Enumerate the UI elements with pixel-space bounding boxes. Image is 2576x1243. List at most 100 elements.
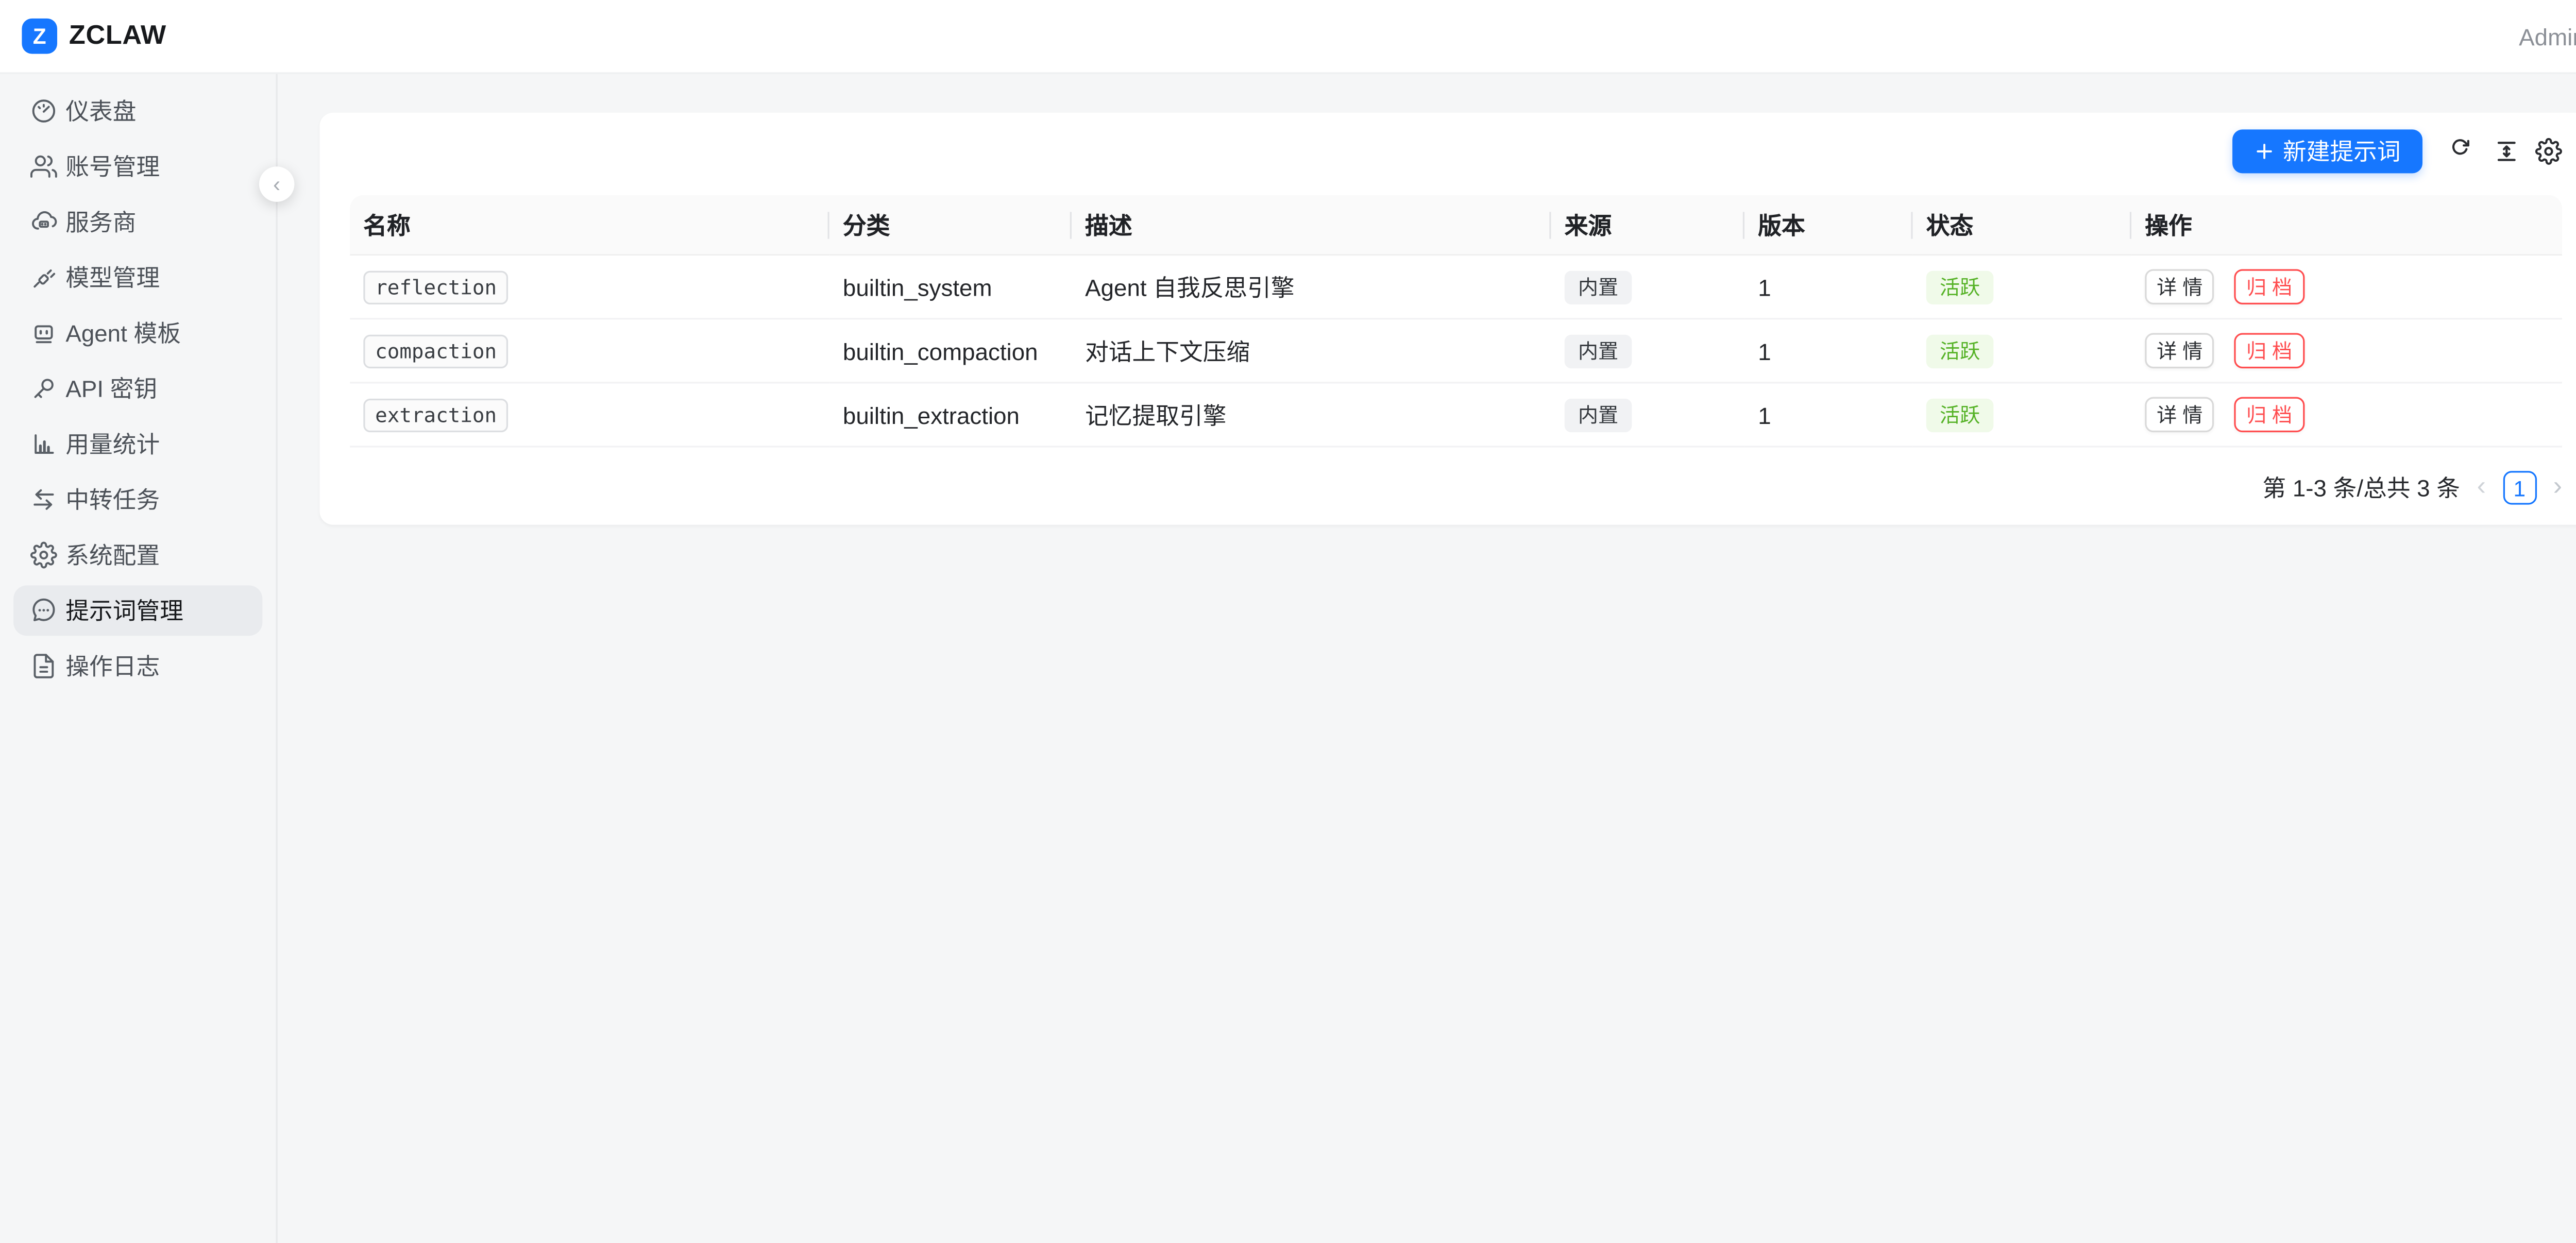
bar-chart-icon [30,431,57,457]
sidebar-item-relay-tasks[interactable]: 中转任务 [13,474,262,525]
version-cell: 1 [1744,256,1913,319]
table-row: reflection builtin_system Agent 自我反思引擎 内… [350,256,2562,319]
bot-icon [30,319,57,346]
archive-button[interactable]: 归 档 [2234,397,2304,433]
plus-icon [2255,141,2275,161]
admin-user-menu[interactable]: Admin [2519,23,2576,49]
chevron-left-icon: ‹ [273,173,280,195]
column-header-name: 名称 [350,195,829,256]
sidebar-item-label: 中转任务 [65,483,160,516]
cloud-server-icon [30,209,57,235]
actions-cell: 详 情 归 档 [2131,319,2562,383]
reload-icon [2451,138,2478,165]
reload-button[interactable] [2451,138,2478,165]
name-cell: compaction [350,319,829,383]
sidebar-item-dashboard[interactable]: 仪表盘 [13,86,262,137]
main-content: 新建提示词 名称 [278,74,2576,1243]
sidebar-item-providers[interactable]: 服务商 [13,197,262,247]
chat-bubble-icon [30,597,57,624]
source-cell: 内置 [1551,256,1745,319]
description-cell: 记忆提取引擎 [1072,383,1551,447]
prompts-table: 名称 分类 描述 来源 版本 状态 操作 reflection builtin_ [350,195,2562,448]
sidebar-item-accounts[interactable]: 账号管理 [13,141,262,192]
sidebar-item-usage-stats[interactable]: 用量统计 [13,419,262,469]
pagination-next-button[interactable]: › [2553,474,2562,501]
detail-button[interactable]: 详 情 [2145,269,2214,304]
sidebar-item-label: Agent 模板 [65,316,181,350]
sidebar-item-agent-templates[interactable]: Agent 模板 [13,308,262,359]
pagination: 第 1-3 条/总共 3 条 ‹ 1 › [350,468,2562,508]
sidebar-item-label: 用量统计 [65,427,160,461]
source-cell: 内置 [1551,383,1745,447]
density-button[interactable] [2493,138,2520,165]
actions-cell: 详 情 归 档 [2131,383,2562,447]
app-root: Z ZCLAW Admin 仪表盘 账号管理 服务商 模型管理 [0,0,2576,1243]
collapse-sidebar-button[interactable]: ‹ [259,166,295,202]
sidebar-item-label: 仪表盘 [65,94,136,128]
column-header-version: 版本 [1744,195,1913,256]
archive-button[interactable]: 归 档 [2234,333,2304,369]
content-card: 新建提示词 名称 [319,113,2576,525]
status-cell: 活跃 [1913,256,2131,319]
table-header-row: 名称 分类 描述 来源 版本 状态 操作 [350,195,2562,256]
gauge-icon [30,97,57,124]
status-badge: 活跃 [1926,398,1994,431]
status-badge: 活跃 [1926,270,1994,303]
name-cell: reflection [350,256,829,319]
source-tag: 内置 [1565,398,1632,431]
column-settings-gear-icon [2535,138,2562,165]
gear-icon [30,541,57,568]
sidebar-item-label: 提示词管理 [65,594,183,627]
sidebar-item-label: 操作日志 [65,649,160,683]
plug-icon [30,264,57,291]
name-cell: extraction [350,383,829,447]
brand-logo-letter: Z [33,24,46,49]
prompt-name-tag: reflection [363,270,509,303]
sidebar-item-label: 系统配置 [65,538,160,572]
category-cell: builtin_compaction [829,319,1072,383]
column-header-description: 描述 [1072,195,1551,256]
key-icon [30,375,57,402]
description-cell: 对话上下文压缩 [1072,319,1551,383]
column-header-actions: 操作 [2131,195,2562,256]
detail-button[interactable]: 详 情 [2145,397,2214,433]
new-prompt-button-label: 新建提示词 [2283,134,2401,168]
sidebar-item-label: 模型管理 [65,261,160,294]
source-tag: 内置 [1565,270,1632,303]
pagination-prev-button[interactable]: ‹ [2477,474,2486,501]
sidebar-item-operation-logs[interactable]: 操作日志 [13,641,262,691]
sidebar-item-prompt-management[interactable]: 提示词管理 [13,585,262,636]
toolbar-icon-group [2451,138,2563,165]
version-cell: 1 [1744,383,1913,447]
prompt-name-tag: extraction [363,398,509,431]
file-text-icon [30,653,57,679]
sidebar-item-label: API 密钥 [65,372,157,405]
sidebar-item-models[interactable]: 模型管理 [13,252,262,303]
pagination-total: 第 1-3 条/总共 3 条 [2262,471,2460,504]
transfer-arrows-icon [30,486,57,513]
users-icon [30,153,57,180]
sidebar-item-label: 服务商 [65,205,136,239]
new-prompt-button[interactable]: 新建提示词 [2232,129,2422,173]
table-row: extraction builtin_extraction 记忆提取引擎 内置 … [350,383,2562,447]
detail-button[interactable]: 详 情 [2145,333,2214,369]
app-body: 仪表盘 账号管理 服务商 模型管理 Agent 模板 API 密钥 [0,74,2576,1243]
column-header-category: 分类 [829,195,1072,256]
archive-button[interactable]: 归 档 [2234,269,2304,304]
brand-logo: Z [22,19,57,54]
pagination-page-1[interactable]: 1 [2503,471,2536,504]
sidebar: 仪表盘 账号管理 服务商 模型管理 Agent 模板 API 密钥 [0,74,278,1243]
category-cell: builtin_system [829,256,1072,319]
status-badge: 活跃 [1926,334,1994,367]
description-cell: Agent 自我反思引擎 [1072,256,1551,319]
table-toolbar: 新建提示词 [350,129,2562,173]
category-cell: builtin_extraction [829,383,1072,447]
column-header-source: 来源 [1551,195,1745,256]
density-icon [2493,138,2520,165]
app-header: Z ZCLAW Admin [0,0,2576,74]
actions-cell: 详 情 归 档 [2131,256,2562,319]
column-settings-button[interactable] [2535,138,2562,165]
source-cell: 内置 [1551,319,1745,383]
sidebar-item-api-keys[interactable]: API 密钥 [13,363,262,414]
sidebar-item-system-config[interactable]: 系统配置 [13,530,262,581]
